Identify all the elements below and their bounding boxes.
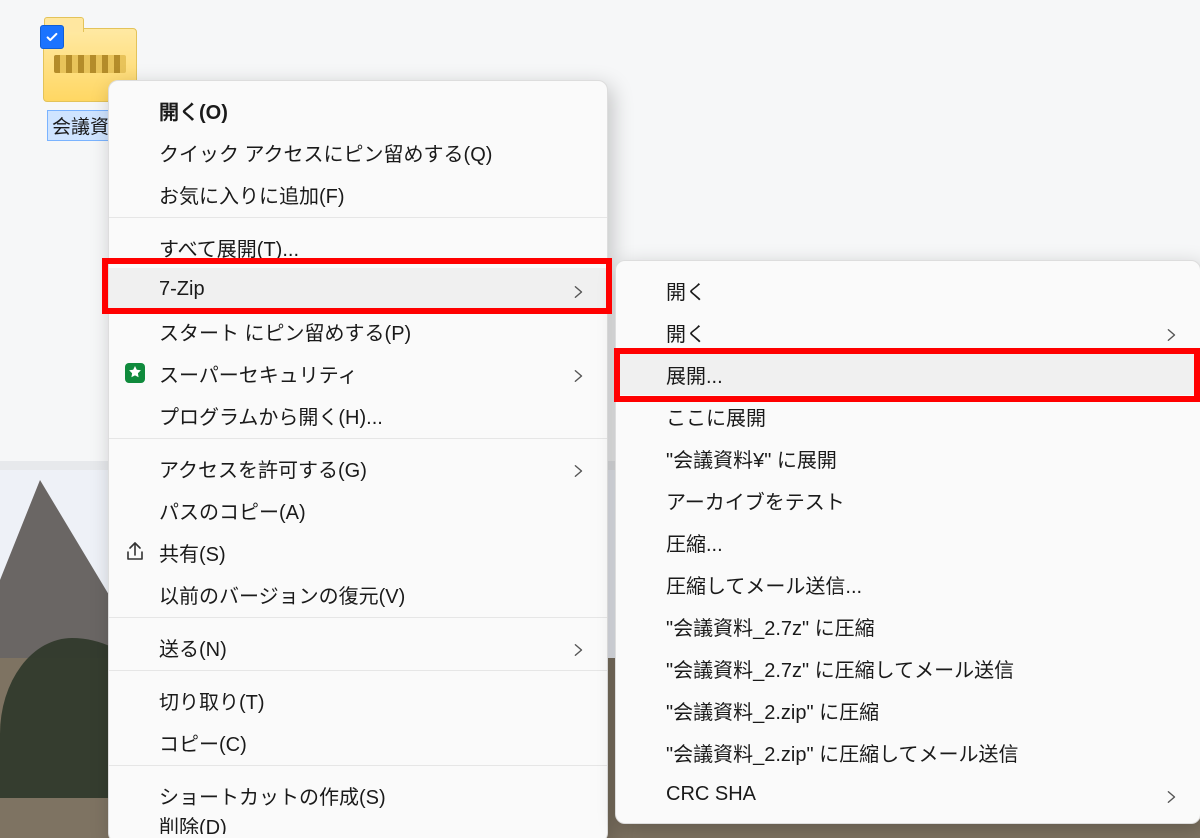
menu-item-label: パスのコピー(A)	[159, 496, 306, 525]
menu-open-with[interactable]: プログラムから開く(H)...	[109, 394, 607, 436]
sub-open-with-options[interactable]: 開く	[616, 311, 1200, 353]
menu-7zip[interactable]: 7-Zip	[109, 268, 607, 310]
menu-item-label: お気に入りに追加(F)	[159, 180, 345, 209]
menu-item-label: 圧縮してメール送信...	[666, 570, 862, 599]
menu-delete[interactable]: 削除(D)	[109, 816, 607, 834]
sub-crc-sha[interactable]: CRC SHA	[616, 773, 1200, 815]
menu-item-label: コピー(C)	[159, 728, 247, 757]
menu-item-label: プログラムから開く(H)...	[159, 401, 383, 430]
menu-separator	[109, 217, 607, 224]
menu-add-favorite[interactable]: お気に入りに追加(F)	[109, 173, 607, 215]
menu-item-label: "会議資料_2.zip" に圧縮してメール送信	[666, 738, 1019, 767]
menu-item-label: 開く(O)	[159, 96, 228, 125]
menu-item-label: 展開...	[666, 360, 723, 389]
share-icon	[123, 540, 147, 564]
menu-item-label: 共有(S)	[159, 538, 226, 567]
chevron-right-icon	[571, 461, 585, 475]
menu-item-label: ここに展開	[666, 402, 766, 431]
menu-item-label: スーパーセキュリティ	[159, 359, 358, 388]
menu-separator	[109, 765, 607, 772]
menu-cut[interactable]: 切り取り(T)	[109, 679, 607, 721]
menu-pin-start[interactable]: スタート にピン留めする(P)	[109, 310, 607, 352]
submenu-7zip: 開く 開く 展開... ここに展開 "会議資料¥" に展開 アーカイブをテスト …	[615, 260, 1200, 824]
menu-super-security[interactable]: スーパーセキュリティ	[109, 352, 607, 394]
menu-item-label: すべて展開(T)...	[159, 233, 299, 262]
sub-compress-zip[interactable]: "会議資料_2.zip" に圧縮	[616, 689, 1200, 731]
menu-create-shortcut[interactable]: ショートカットの作成(S)	[109, 774, 607, 816]
sub-extract-here[interactable]: ここに展開	[616, 395, 1200, 437]
menu-item-label: スタート にピン留めする(P)	[159, 317, 411, 346]
menu-item-label: "会議資料¥" に展開	[666, 444, 837, 473]
shield-star-icon	[123, 361, 147, 385]
menu-item-label: "会議資料_2.zip" に圧縮	[666, 696, 879, 725]
menu-item-label: 7-Zip	[159, 278, 205, 301]
menu-item-label: "会議資料_2.7z" に圧縮	[666, 612, 875, 641]
menu-item-label: 圧縮...	[666, 528, 723, 557]
desktop[interactable]: 会議資料 開く(O) クイック アクセスにピン留めする(Q) お気に入りに追加(…	[0, 0, 1200, 838]
menu-item-label: 以前のバージョンの復元(V)	[159, 580, 405, 609]
menu-item-label: 開く	[666, 318, 706, 347]
sub-extract-to-folder[interactable]: "会議資料¥" に展開	[616, 437, 1200, 479]
context-menu: 開く(O) クイック アクセスにピン留めする(Q) お気に入りに追加(F) すべ…	[108, 80, 608, 838]
menu-item-label: クイック アクセスにピン留めする(Q)	[159, 138, 492, 167]
menu-item-label: 削除(D)	[159, 816, 227, 834]
sub-test-archive[interactable]: アーカイブをテスト	[616, 479, 1200, 521]
menu-item-label: 送る(N)	[159, 633, 227, 662]
sub-compress[interactable]: 圧縮...	[616, 521, 1200, 563]
menu-pin-quick-access[interactable]: クイック アクセスにピン留めする(Q)	[109, 131, 607, 173]
menu-open[interactable]: 開く(O)	[109, 89, 607, 131]
selected-check-icon	[40, 25, 64, 49]
menu-item-label: 開く	[666, 276, 706, 305]
menu-item-label: ショートカットの作成(S)	[159, 781, 386, 810]
sub-compress-7z-mail[interactable]: "会議資料_2.7z" に圧縮してメール送信	[616, 647, 1200, 689]
menu-send-to[interactable]: 送る(N)	[109, 626, 607, 668]
menu-give-access[interactable]: アクセスを許可する(G)	[109, 447, 607, 489]
sub-open[interactable]: 開く	[616, 269, 1200, 311]
menu-item-label: CRC SHA	[666, 783, 756, 806]
sub-compress-7z[interactable]: "会議資料_2.7z" に圧縮	[616, 605, 1200, 647]
menu-item-label: 切り取り(T)	[159, 686, 265, 715]
menu-extract-all[interactable]: すべて展開(T)...	[109, 226, 607, 268]
menu-item-label: "会議資料_2.7z" に圧縮してメール送信	[666, 654, 1014, 683]
sub-compress-zip-mail[interactable]: "会議資料_2.zip" に圧縮してメール送信	[616, 731, 1200, 773]
menu-separator	[109, 670, 607, 677]
menu-share[interactable]: 共有(S)	[109, 531, 607, 573]
menu-separator	[109, 617, 607, 624]
chevron-right-icon	[571, 640, 585, 654]
menu-item-label: アクセスを許可する(G)	[159, 454, 367, 483]
menu-copy-path[interactable]: パスのコピー(A)	[109, 489, 607, 531]
chevron-right-icon	[571, 282, 585, 296]
menu-item-label: アーカイブをテスト	[666, 486, 845, 515]
chevron-right-icon	[1164, 325, 1178, 339]
menu-separator	[109, 438, 607, 445]
sub-extract[interactable]: 展開...	[616, 353, 1200, 395]
chevron-right-icon	[1164, 787, 1178, 801]
menu-copy[interactable]: コピー(C)	[109, 721, 607, 763]
chevron-right-icon	[571, 366, 585, 380]
menu-restore-previous[interactable]: 以前のバージョンの復元(V)	[109, 573, 607, 615]
sub-compress-mail[interactable]: 圧縮してメール送信...	[616, 563, 1200, 605]
